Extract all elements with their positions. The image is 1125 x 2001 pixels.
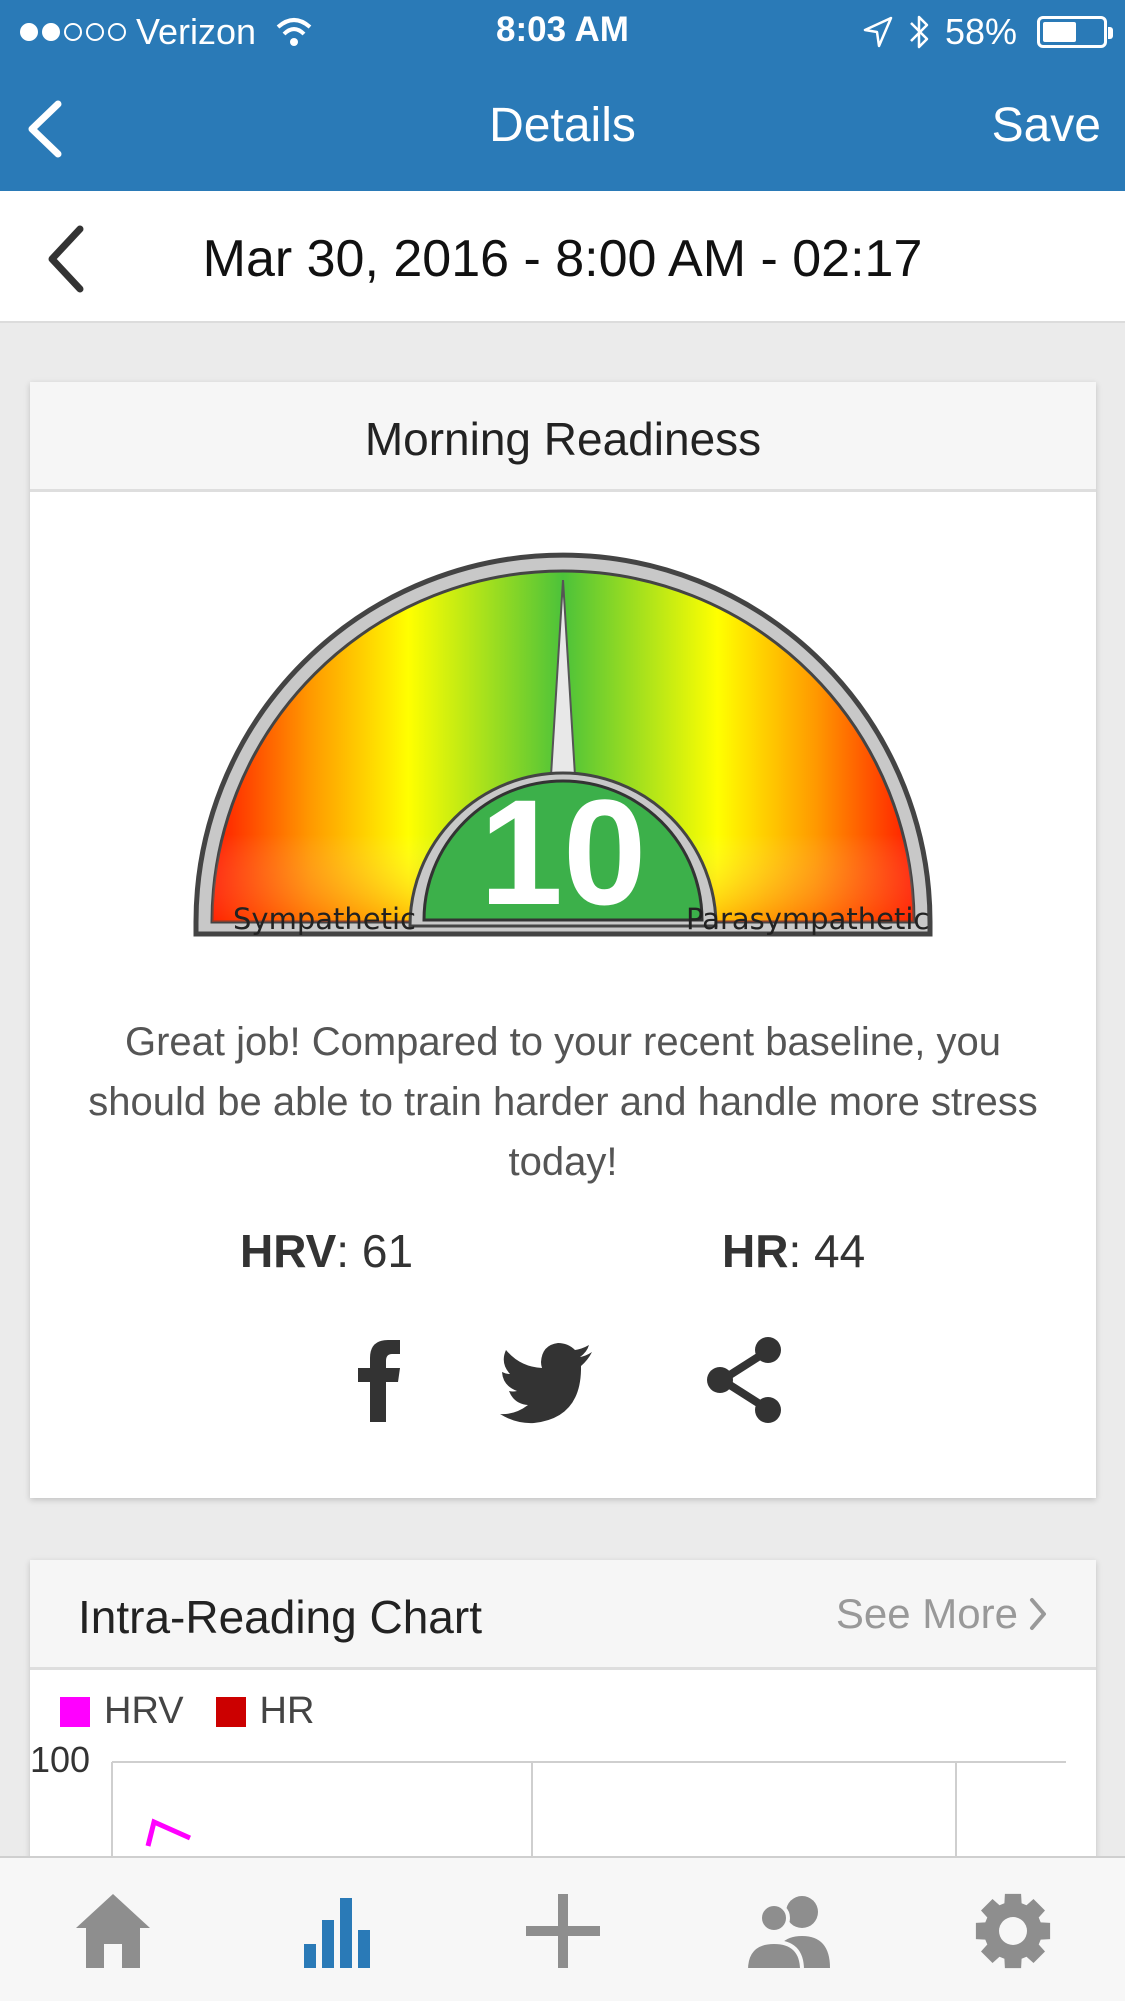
- status-right: 58%: [863, 10, 1113, 54]
- see-more-label: See More: [835, 1590, 1018, 1637]
- home-icon[interactable]: [68, 1886, 158, 1976]
- battery-percent: 58%: [944, 11, 1017, 52]
- gear-icon[interactable]: [968, 1886, 1058, 1976]
- users-icon[interactable]: [744, 1886, 834, 1976]
- chevron-right-icon: [1030, 1598, 1046, 1630]
- reading-date: Mar 30, 2016 - 8:00 AM - 02:17: [202, 230, 923, 288]
- card-title: Intra-Reading Chart: [78, 1591, 482, 1643]
- date-bar: Mar 30, 2016 - 8:00 AM - 02:17: [0, 191, 1125, 323]
- legend-swatch: [215, 1696, 246, 1727]
- parasympathetic-label: Parasympathetic: [686, 902, 930, 936]
- legend-label: HR: [259, 1690, 315, 1732]
- bar-chart-icon[interactable]: [292, 1886, 382, 1976]
- legend-item-hr: HR: [215, 1690, 315, 1733]
- battery-icon: [1037, 16, 1113, 48]
- morning-readiness-card: Morning Readiness 10 Sympathetic Parasym…: [30, 382, 1096, 1498]
- facebook-icon[interactable]: [330, 1330, 430, 1430]
- readiness-score: 10: [480, 768, 647, 936]
- hr-metric: HR: 44: [722, 1224, 865, 1278]
- hr-label: HR: [722, 1225, 789, 1277]
- sympathetic-label: Sympathetic: [233, 902, 416, 936]
- card-header: Intra-Reading Chart See More: [30, 1560, 1096, 1670]
- page-title: Details: [489, 99, 636, 152]
- plus-icon[interactable]: [518, 1886, 608, 1976]
- hr-value: : 44: [788, 1225, 866, 1277]
- twitter-icon[interactable]: [498, 1330, 598, 1430]
- card-header: Morning Readiness: [30, 382, 1096, 492]
- readiness-message: Great job! Compared to your recent basel…: [88, 1020, 1038, 1184]
- readiness-gauge: 10: [193, 552, 933, 937]
- see-more-link[interactable]: See More: [836, 1590, 1050, 1638]
- nav-bar: Details Save: [0, 64, 1125, 191]
- hrv-metric: HRV: 61: [240, 1224, 413, 1278]
- location-icon: [863, 16, 893, 48]
- legend-label: HRV: [104, 1690, 184, 1732]
- bluetooth-icon: [910, 15, 929, 49]
- hrv-label: HRV: [240, 1225, 337, 1277]
- save-button[interactable]: Save: [992, 98, 1101, 153]
- share-icon[interactable]: [696, 1330, 796, 1430]
- card-title: Morning Readiness: [364, 413, 762, 465]
- legend-item-hrv: HRV: [60, 1690, 184, 1733]
- status-bar: Verizon 8:03 AM 58%: [0, 0, 1125, 64]
- y-tick-100: 100: [30, 1740, 90, 1780]
- hrv-value: : 61: [336, 1225, 414, 1277]
- tab-bar: [0, 1856, 1125, 2001]
- top-bar: Verizon 8:03 AM 58% Details Save: [0, 0, 1125, 191]
- hrv-series-line: [145, 1818, 192, 1847]
- legend-swatch: [60, 1696, 90, 1727]
- chart-legend: HRV HR: [60, 1690, 346, 1733]
